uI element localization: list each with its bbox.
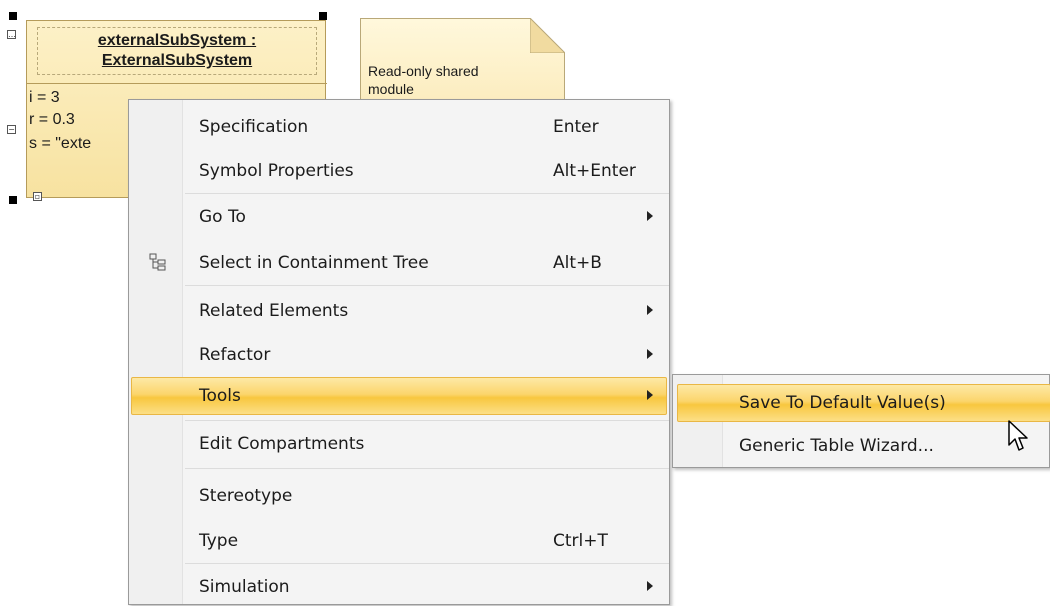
submenu-item-label: Generic Table Wizard... — [739, 436, 934, 456]
menu-item-label: Related Elements — [199, 301, 349, 321]
note-text-line1: Read-only shared — [368, 63, 479, 79]
menu-item-related-elements[interactable]: Related Elements — [131, 292, 667, 330]
collapse-icon[interactable]: … — [7, 30, 16, 39]
menu-item-label: Specification — [199, 117, 309, 137]
menu-item-stereotype[interactable]: Stereotype — [131, 477, 667, 515]
note-fold-icon — [530, 18, 565, 53]
menu-item-shortcut: Alt+Enter — [553, 161, 636, 181]
submenu-item-label: Save To Default Value(s) — [739, 393, 946, 413]
menu-item-refactor[interactable]: Refactor — [131, 336, 667, 374]
menu-separator — [185, 563, 669, 564]
selection-handle-top-left[interactable] — [9, 12, 17, 20]
menu-item-label: Stereotype — [199, 486, 293, 506]
part-name: externalSubSystem : ExternalSubSystem — [37, 27, 317, 75]
context-menu: Specification Enter Symbol Properties Al… — [128, 99, 670, 605]
menu-separator — [185, 420, 669, 421]
part-name-line1: externalSubSystem : — [97, 32, 257, 49]
note-text: Read-only shared module — [368, 62, 548, 98]
menu-item-label: Simulation — [199, 577, 290, 597]
menu-item-select-in-containment-tree[interactable]: Select in Containment Tree Alt+B — [131, 244, 667, 282]
menu-item-label: Go To — [199, 207, 246, 227]
submenu-arrow-icon — [647, 305, 653, 315]
part-type-line2: ExternalSubSystem — [101, 52, 253, 69]
menu-item-shortcut: Alt+B — [553, 253, 602, 273]
compartment-toggle-icon[interactable]: − — [7, 125, 16, 134]
tools-submenu: Save To Default Value(s) Generic Table W… — [672, 374, 1050, 468]
menu-item-label: Symbol Properties — [199, 161, 354, 181]
submenu-arrow-icon — [647, 390, 653, 400]
selection-handle-top-right[interactable] — [319, 12, 327, 20]
expand-icon[interactable]: ▫ — [33, 192, 42, 201]
menu-separator — [185, 285, 669, 286]
note-text-line2: module — [368, 81, 414, 97]
submenu-item-save-to-default-values[interactable]: Save To Default Value(s) — [677, 384, 1050, 422]
menu-separator — [185, 468, 669, 469]
submenu-arrow-icon — [647, 211, 653, 221]
menu-item-simulation[interactable]: Simulation — [131, 568, 667, 606]
attribute-r: r = 0.3 — [29, 111, 75, 128]
menu-item-label: Tools — [199, 386, 241, 406]
menu-item-label: Refactor — [199, 345, 271, 365]
submenu-arrow-icon — [647, 581, 653, 591]
containment-tree-icon — [149, 253, 166, 271]
menu-item-shortcut: Ctrl+T — [553, 531, 608, 551]
menu-item-type[interactable]: Type Ctrl+T — [131, 522, 667, 560]
menu-item-label: Edit Compartments — [199, 434, 365, 454]
menu-item-label: Select in Containment Tree — [199, 253, 429, 273]
submenu-arrow-icon — [647, 349, 653, 359]
menu-item-label: Type — [199, 531, 239, 551]
submenu-item-generic-table-wizard[interactable]: Generic Table Wizard... — [677, 427, 1050, 465]
mouse-pointer-icon — [1008, 420, 1028, 451]
menu-item-tools[interactable]: Tools — [131, 377, 667, 415]
menu-item-symbol-properties[interactable]: Symbol Properties Alt+Enter — [131, 152, 667, 190]
menu-item-go-to[interactable]: Go To — [131, 198, 667, 236]
menu-item-specification[interactable]: Specification Enter — [131, 108, 667, 146]
selection-handle-bottom-left[interactable] — [9, 196, 17, 204]
attribute-i: i = 3 — [29, 89, 60, 106]
menu-item-shortcut: Enter — [553, 117, 599, 137]
menu-separator — [185, 193, 669, 194]
menu-item-edit-compartments[interactable]: Edit Compartments — [131, 425, 667, 463]
attribute-s: s = "exte — [29, 135, 92, 152]
compartment-divider — [27, 83, 327, 84]
